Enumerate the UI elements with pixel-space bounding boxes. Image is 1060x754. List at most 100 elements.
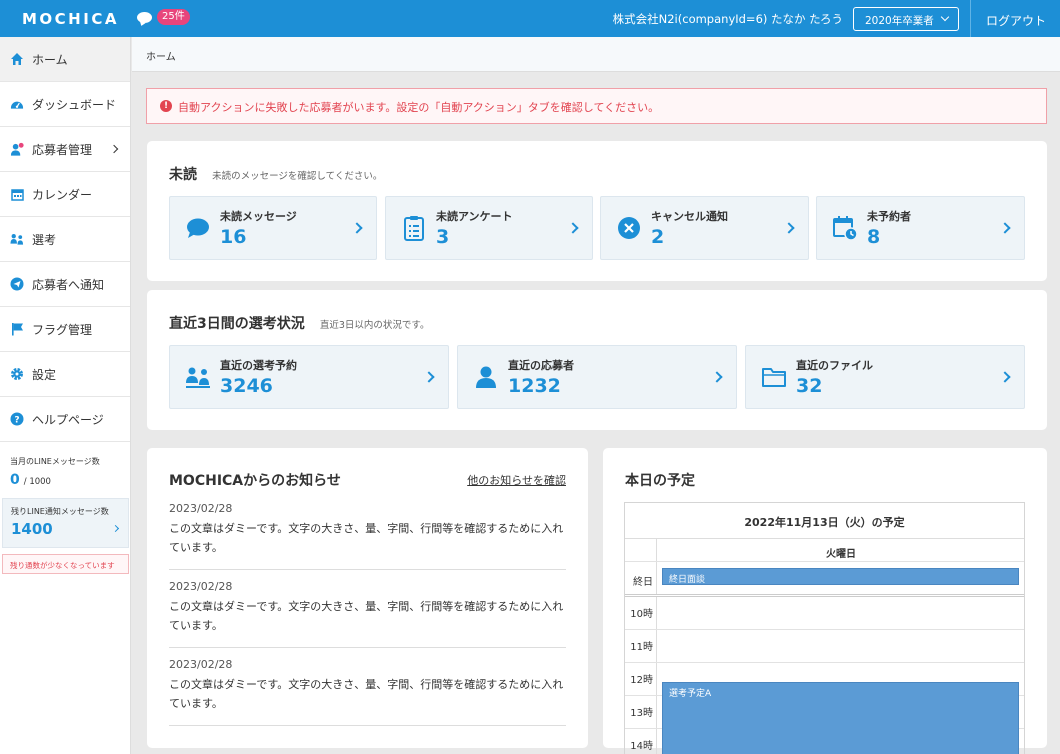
hour-label: 11時 <box>625 630 657 662</box>
sidebar-item-calendar[interactable]: カレンダー <box>0 172 130 217</box>
alert-text: 自動アクションに失敗した応募者がいます。設定の「自動アクション」タブを確認してく… <box>178 101 660 114</box>
hour-label: 14時 <box>625 729 657 754</box>
news-date: 2023/02/28 <box>169 658 233 671</box>
sidebar-item-home[interactable]: ホーム <box>0 37 130 82</box>
remaining-warning: 残り通数が少なくなっています <box>2 554 129 574</box>
stat-label: 未読メッセージ <box>220 210 297 223</box>
sidebar-item-label: 設定 <box>32 367 57 382</box>
recent-status-card: 直近3日間の選考状況 直近3日以内の状況です。 直近の選考予約 3246 直近の… <box>147 290 1047 430</box>
dashboard-icon <box>10 97 24 111</box>
gear-icon <box>10 367 24 381</box>
sidebar-item-label: 応募者へ通知 <box>32 277 105 292</box>
chevron-right-icon <box>109 144 119 154</box>
folder-icon <box>761 364 787 390</box>
news-text: この文章はダミーです。文字の大きさ、量、字間、行間等を確認するために入れています… <box>169 678 564 710</box>
sidebar-item-label: ホーム <box>32 52 68 67</box>
schedule-title: 本日の予定 <box>625 473 695 489</box>
sidebar-item-label: ヘルプページ <box>32 412 104 427</box>
selection-icon <box>185 364 211 390</box>
send-icon <box>10 277 24 291</box>
logo[interactable]: MOCHICA <box>22 10 119 28</box>
stat-label: キャンセル通知 <box>651 210 728 223</box>
hour-row: 11時 <box>625 630 1024 663</box>
message-badge[interactable]: 25件 <box>137 9 190 25</box>
help-icon: ? <box>10 412 24 426</box>
logout-button[interactable]: ログアウト <box>970 0 1060 37</box>
stat-cancel-notices[interactable]: キャンセル通知 2 <box>600 196 809 260</box>
sidebar-item-help[interactable]: ? ヘルプページ <box>0 397 130 442</box>
line-count-total: / 1000 <box>23 477 51 487</box>
line-count-value: 0 <box>10 472 20 488</box>
chevron-right-icon <box>711 371 723 383</box>
sidebar-item-label: フラグ管理 <box>32 322 93 337</box>
svg-text:?: ? <box>14 416 19 426</box>
flag-icon <box>10 322 24 336</box>
error-alert: ! 自動アクションに失敗した応募者がいます。設定の「自動アクション」タブを確認し… <box>146 88 1047 124</box>
sidebar: ホーム ダッシュボード 応募者管理 カレンダー 選考 応募者へ通知 フラグ管理 … <box>0 37 131 754</box>
chevron-right-icon <box>567 222 579 234</box>
sidebar-item-label: カレンダー <box>32 187 93 202</box>
news-date: 2023/02/28 <box>169 580 233 593</box>
unread-card: 未読 未読のメッセージを確認してください。 未読メッセージ 16 未読アンケート… <box>147 141 1047 281</box>
unread-title: 未読 <box>169 167 197 183</box>
person-icon <box>473 364 499 390</box>
schedule-card: 本日の予定 2022年11月13日（火）の予定 火曜日 終日 終日面談 10時 … <box>603 448 1047 754</box>
stat-recent-reservations[interactable]: 直近の選考予約 3246 <box>169 345 449 409</box>
recent-subtitle: 直近3日以内の状況です。 <box>319 320 430 331</box>
day-header-row: 火曜日 <box>625 539 1024 562</box>
sidebar-item-applicants[interactable]: 応募者管理 <box>0 127 130 172</box>
schedule-event[interactable]: 選考予定A <box>662 682 1019 754</box>
more-news-link[interactable]: 他のお知らせを確認 <box>467 472 566 488</box>
news-text: この文章はダミーです。文字の大きさ、量、字間、行間等を確認するために入れています… <box>169 600 564 632</box>
hour-label: 12時 <box>625 663 657 695</box>
allday-row: 終日 終日面談 <box>625 562 1024 597</box>
chevron-right-icon <box>783 222 795 234</box>
stat-recent-applicants[interactable]: 直近の応募者 1232 <box>457 345 737 409</box>
chevron-right-icon <box>351 222 363 234</box>
chat-icon <box>185 215 211 241</box>
selection-icon <box>10 232 24 246</box>
sidebar-item-flags[interactable]: フラグ管理 <box>0 307 130 352</box>
news-title: MOCHICAからのお知らせ <box>169 473 341 489</box>
line-count-label: 当月のLINEメッセージ数 <box>10 457 100 466</box>
stat-label: 未予約者 <box>867 210 911 223</box>
news-card: MOCHICAからのお知らせ 他のお知らせを確認 2023/02/28 この文章… <box>147 448 588 748</box>
stat-label: 直近の選考予約 <box>220 359 297 372</box>
home-icon <box>10 52 24 66</box>
stat-unreserved[interactable]: 未予約者 8 <box>816 196 1025 260</box>
stat-value: 2 <box>651 226 665 248</box>
sidebar-item-settings[interactable]: 設定 <box>0 352 130 397</box>
stat-unread-surveys[interactable]: 未読アンケート 3 <box>385 196 593 260</box>
news-date: 2023/02/28 <box>169 502 233 515</box>
stat-value: 3246 <box>220 375 273 397</box>
news-text: この文章はダミーです。文字の大きさ、量、字間、行間等を確認するために入れています… <box>169 522 564 554</box>
remaining-label: 残りLINE通知メッセージ数 <box>11 507 109 516</box>
news-item[interactable]: 2023/02/28 この文章はダミーです。文字の大きさ、量、字間、行間等を確認… <box>169 648 566 726</box>
stat-label: 直近の応募者 <box>508 359 574 372</box>
line-message-count: 当月のLINEメッセージ数 0/ 1000 <box>0 442 130 488</box>
sidebar-item-selection[interactable]: 選考 <box>0 217 130 262</box>
stat-value: 16 <box>220 226 247 248</box>
recent-title: 直近3日間の選考状況 <box>169 316 305 332</box>
year-select[interactable]: 2020年卒業者 <box>853 7 959 31</box>
sidebar-item-dashboard[interactable]: ダッシュボード <box>0 82 130 127</box>
company-user: 株式会社N2i(companyId=6) たなか たろう <box>612 12 843 26</box>
unread-subtitle: 未読のメッセージを確認してください。 <box>212 171 383 182</box>
stat-recent-files[interactable]: 直近のファイル 32 <box>745 345 1025 409</box>
year-select-value: 2020年卒業者 <box>865 15 934 27</box>
day-schedule: 2022年11月13日（火）の予定 火曜日 終日 終日面談 10時 11時 12… <box>624 502 1025 754</box>
chevron-right-icon <box>999 222 1011 234</box>
news-item[interactable]: 2023/02/28 この文章はダミーです。文字の大きさ、量、字間、行間等を確認… <box>169 492 566 570</box>
chevron-right-icon <box>423 371 435 383</box>
stat-unread-messages[interactable]: 未読メッセージ 16 <box>169 196 377 260</box>
remaining-line-box[interactable]: 残りLINE通知メッセージ数 1400 <box>2 498 129 548</box>
news-item[interactable]: 2023/02/28 この文章はダミーです。文字の大きさ、量、字間、行間等を確認… <box>169 570 566 648</box>
top-bar: MOCHICA 25件 株式会社N2i(companyId=6) たなか たろう… <box>0 0 1060 37</box>
hour-label: 13時 <box>625 696 657 728</box>
allday-event[interactable]: 終日面談 <box>662 568 1019 585</box>
schedule-date: 2022年11月13日（火）の予定 <box>625 503 1024 539</box>
sidebar-item-notify[interactable]: 応募者へ通知 <box>0 262 130 307</box>
calendar-clock-icon <box>832 215 858 241</box>
stat-value: 32 <box>796 375 823 397</box>
stat-value: 1232 <box>508 375 561 397</box>
